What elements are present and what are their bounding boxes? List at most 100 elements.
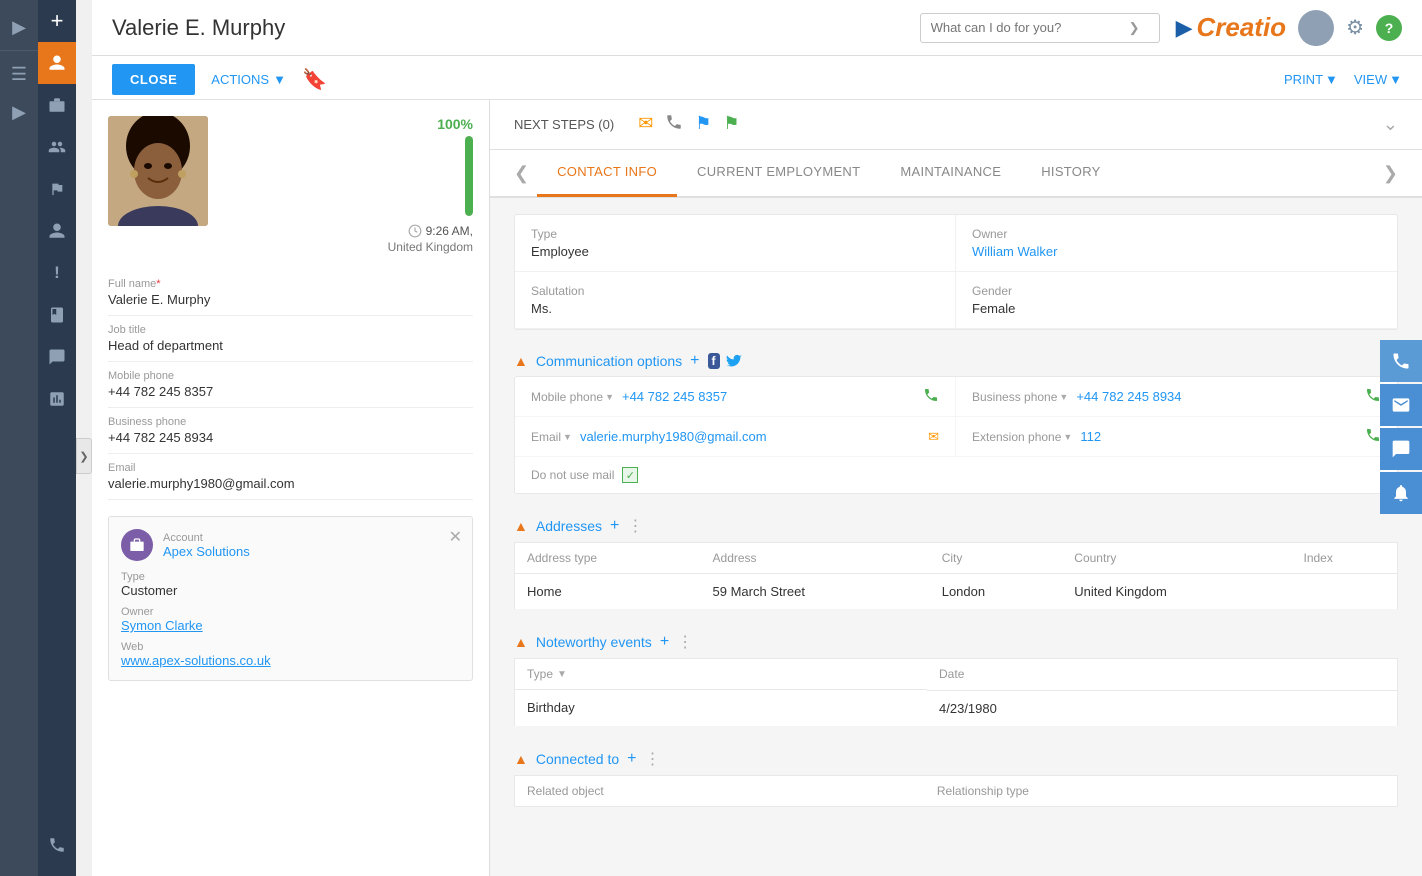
salutation-label: Salutation	[531, 284, 939, 298]
tabs-next-icon[interactable]: ❯	[1383, 163, 1398, 184]
addresses-menu-icon[interactable]: ⋮	[627, 516, 643, 536]
nav-knowledge[interactable]	[38, 294, 76, 336]
task-activity-icon[interactable]: ⚑	[695, 113, 711, 136]
nav-flags[interactable]	[38, 168, 76, 210]
rail-activity-icon[interactable]: ▶	[0, 93, 38, 131]
noteworthy-menu-icon[interactable]: ⋮	[677, 632, 693, 652]
chat-fab-button[interactable]	[1380, 428, 1422, 470]
flag-activity-icon[interactable]: ⚑	[723, 113, 739, 136]
nav-phone[interactable]	[38, 824, 76, 866]
rail-menu-icon[interactable]: ☰	[0, 55, 38, 93]
comm-social-icons: f	[708, 353, 742, 370]
nav-users[interactable]	[38, 210, 76, 252]
table-row: Birthday 4/23/1980	[515, 690, 1398, 726]
business-call-icon[interactable]	[1365, 387, 1381, 406]
connected-toggle-icon[interactable]: ▲	[514, 751, 528, 767]
gender-value: Female	[972, 301, 1381, 316]
detail-panel: NEXT STEPS (0) ✉ ⚑ ⚑ ⌄ ❮ CONTA	[490, 100, 1422, 876]
search-box[interactable]: ❯	[920, 13, 1160, 43]
noteworthy-toggle-icon[interactable]: ▲	[514, 634, 528, 650]
index-cell	[1292, 574, 1398, 610]
close-button[interactable]: CLOSE	[112, 64, 195, 95]
nav-reports[interactable]	[38, 378, 76, 420]
logo-text: Creatio	[1196, 12, 1286, 43]
profile-fields: Full name* Valerie E. Murphy Job title H…	[92, 270, 489, 516]
account-name[interactable]: Apex Solutions	[163, 544, 250, 559]
account-fields: Type Customer Owner Symon Clarke Web www…	[121, 571, 460, 668]
mobile-dropdown-icon[interactable]: ▼	[605, 392, 614, 402]
addresses-toggle-icon[interactable]: ▲	[514, 518, 528, 534]
connected-to-section-header: ▲ Connected to + ⋮	[514, 739, 1398, 775]
connected-menu-icon[interactable]: ⋮	[645, 749, 661, 769]
email-send-icon[interactable]: ✉	[928, 429, 939, 445]
tag-icon[interactable]: 🔖	[302, 67, 327, 92]
account-card-close-icon[interactable]: ✕	[449, 527, 462, 547]
next-steps-bar: NEXT STEPS (0) ✉ ⚑ ⚑ ⌄	[490, 100, 1422, 150]
rail-expand-icon[interactable]: ▶	[0, 8, 38, 46]
col-event-type: Type ▼	[515, 659, 927, 690]
connected-to-table: Related object Relationship type	[514, 775, 1398, 807]
call-fab-button[interactable]	[1380, 340, 1422, 382]
extension-call-icon[interactable]	[1365, 427, 1381, 446]
nav-accounts[interactable]	[38, 84, 76, 126]
settings-gear-icon[interactable]: ⚙	[1346, 15, 1364, 40]
mobile-phone-comm-cell: Mobile phone ▼ +44 782 245 8357	[515, 377, 956, 416]
tab-maintainance[interactable]: MAINTAINANCE	[880, 149, 1021, 197]
nav-add[interactable]: +	[38, 0, 76, 42]
email-value: valerie.murphy1980@gmail.com	[108, 476, 473, 491]
facebook-icon[interactable]: f	[708, 353, 720, 369]
event-type-sort-icon[interactable]: ▼	[557, 669, 567, 680]
help-button[interactable]: ?	[1376, 15, 1402, 41]
business-dropdown-icon[interactable]: ▼	[1059, 392, 1068, 402]
email-dropdown-icon[interactable]: ▼	[563, 432, 572, 442]
nav-chat[interactable]	[38, 336, 76, 378]
print-button[interactable]: PRINT ▼	[1284, 72, 1338, 87]
connected-to-section-title[interactable]: Connected to	[536, 751, 619, 767]
next-steps-expand-icon[interactable]: ⌄	[1383, 114, 1398, 135]
sidebar-collapse-button[interactable]: ❯	[76, 438, 92, 474]
tab-current-employment[interactable]: CURRENT EMPLOYMENT	[677, 149, 880, 197]
tabs-prev-icon[interactable]: ❮	[514, 163, 529, 184]
notify-fab-button[interactable]	[1380, 472, 1422, 514]
noteworthy-section-title[interactable]: Noteworthy events	[536, 634, 652, 650]
addresses-add-icon[interactable]: +	[610, 517, 619, 535]
view-button[interactable]: VIEW ▼	[1354, 72, 1402, 87]
account-web-label: Web	[121, 641, 460, 653]
comm-add-icon[interactable]: +	[690, 352, 699, 370]
nav-contacts[interactable]	[38, 42, 76, 84]
profile-location: United Kingdom	[388, 240, 473, 254]
comm-row-1: Mobile phone ▼ +44 782 245 8357	[515, 377, 1397, 417]
email-fab-button[interactable]	[1380, 384, 1422, 426]
nav-alerts[interactable]: !	[38, 252, 76, 294]
tab-history[interactable]: HISTORY	[1021, 149, 1120, 197]
business-phone-comm-value[interactable]: +44 782 245 8934	[1076, 389, 1181, 404]
type-label: Type	[531, 227, 939, 241]
completion-percentage: 100%	[437, 116, 473, 132]
account-web-value[interactable]: www.apex-solutions.co.uk	[121, 653, 460, 668]
left-nav: + !	[38, 0, 76, 876]
phone-activity-icon[interactable]	[665, 113, 683, 136]
col-related-object: Related object	[515, 775, 925, 806]
twitter-icon[interactable]	[726, 353, 742, 370]
email-activity-icon[interactable]: ✉	[638, 113, 653, 136]
actions-button[interactable]: ACTIONS ▼	[211, 72, 286, 87]
do-not-mail-checkbox[interactable]: ✓	[622, 467, 638, 483]
connected-add-icon[interactable]: +	[627, 750, 636, 768]
nav-groups[interactable]	[38, 126, 76, 168]
email-comm-value[interactable]: valerie.murphy1980@gmail.com	[580, 429, 767, 444]
comm-section-toggle-icon[interactable]: ▲	[514, 353, 528, 369]
noteworthy-add-icon[interactable]: +	[660, 633, 669, 651]
print-dropdown-icon: ▼	[1325, 72, 1338, 87]
owner-value[interactable]: William Walker	[972, 244, 1381, 259]
mobile-call-icon[interactable]	[923, 387, 939, 406]
account-owner-value[interactable]: Symon Clarke	[121, 618, 460, 633]
tab-contact-info[interactable]: CONTACT INFO	[537, 149, 677, 197]
extension-phone-comm-label: Extension phone ▼	[972, 430, 1072, 444]
extension-dropdown-icon[interactable]: ▼	[1063, 432, 1072, 442]
mobile-phone-comm-value[interactable]: +44 782 245 8357	[622, 389, 727, 404]
comm-section-title[interactable]: Communication options	[536, 353, 682, 369]
search-input[interactable]	[931, 20, 1121, 35]
account-label: Account	[163, 532, 250, 544]
addresses-section-title[interactable]: Addresses	[536, 518, 602, 534]
user-avatar[interactable]	[1298, 10, 1334, 46]
